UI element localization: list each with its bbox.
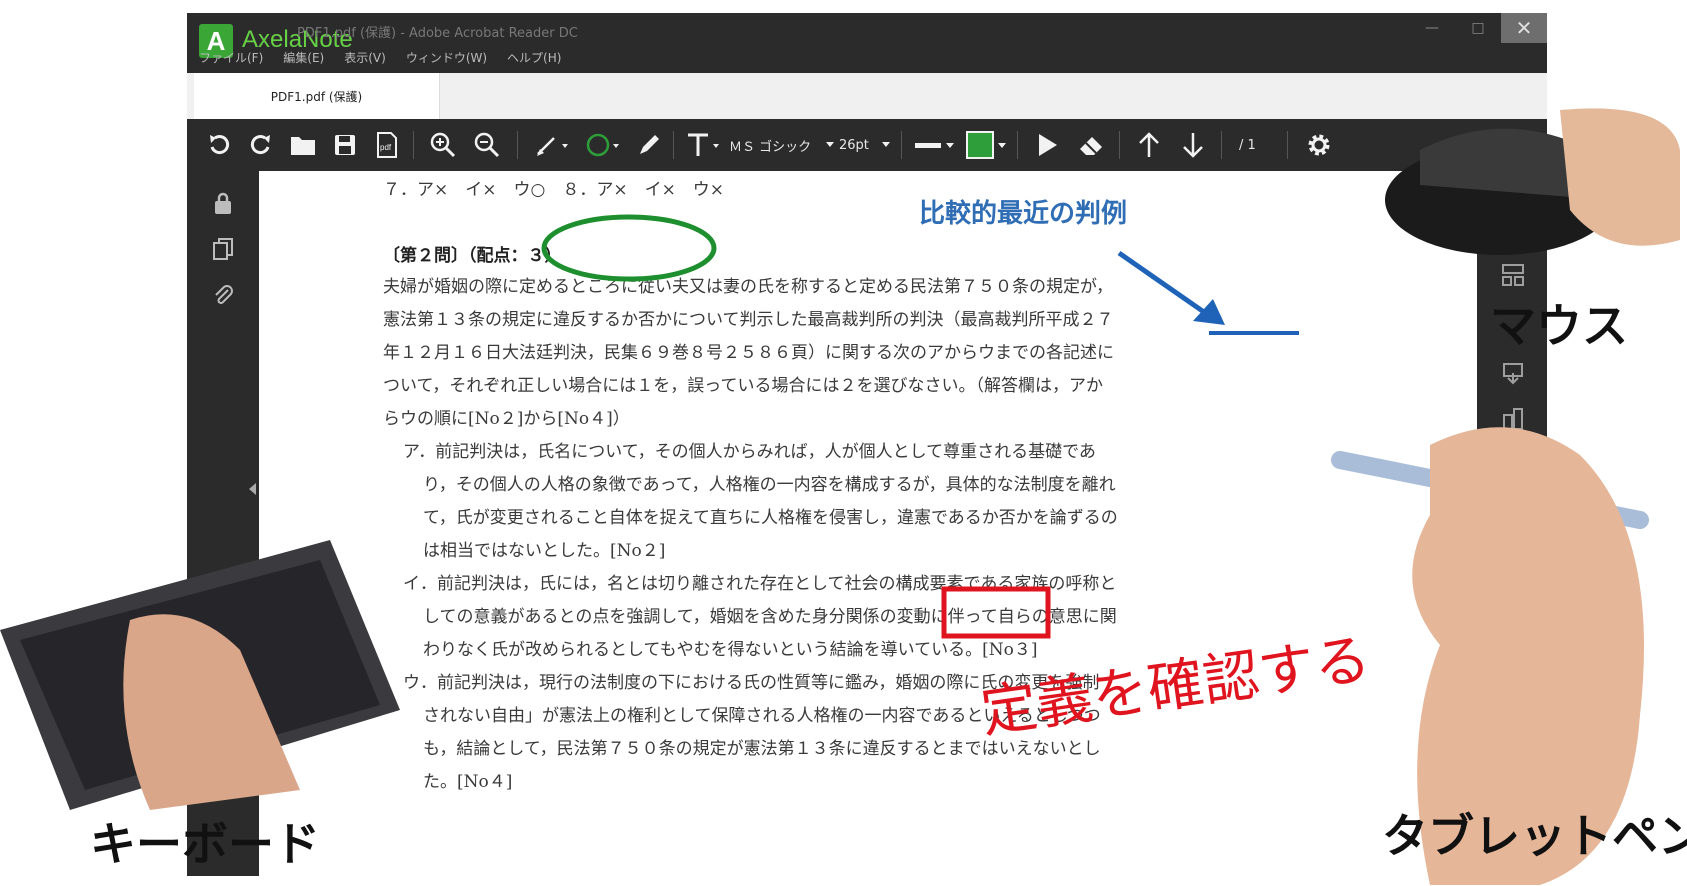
tab-pdf1[interactable]: PDF1.pdf (保護) <box>194 73 440 119</box>
menu-bar: ファイル(F) 編集(E) 表示(V) ウィンドウ(W) ヘルプ(H) <box>199 49 561 66</box>
menu-edit[interactable]: 編集(E) <box>283 49 324 66</box>
keyboard-photo <box>0 540 400 810</box>
toolbar-separator <box>1221 131 1222 159</box>
menu-window[interactable]: ウィンドウ(W) <box>406 49 487 66</box>
toolbar: pdf ＭＳ ゴシック 26pt / 1 <box>187 119 1547 171</box>
export-icon[interactable] <box>1501 361 1525 385</box>
keyboard-label: キーボード <box>90 817 320 871</box>
lock-icon[interactable] <box>211 191 235 215</box>
toolbar-separator <box>1119 131 1120 159</box>
red-box-annotation <box>941 586 1051 639</box>
font-name-select[interactable]: ＭＳ ゴシック <box>729 119 811 171</box>
close-icon[interactable]: ✕ <box>1501 13 1547 43</box>
minimize-icon[interactable]: — <box>1409 13 1455 43</box>
window-controls: — □ ✕ <box>1409 13 1547 43</box>
tab-strip: PDF1.pdf (保護) <box>187 73 1547 119</box>
color-swatch[interactable] <box>963 119 1011 171</box>
pen-icon[interactable] <box>631 119 667 171</box>
green-ellipse-annotation <box>541 214 717 282</box>
line-width-icon[interactable] <box>911 119 959 171</box>
pdf-icon[interactable]: pdf <box>369 119 405 171</box>
window-title: PDF1.pdf (保護) - Adobe Acrobat Reader DC <box>297 26 578 41</box>
menu-view[interactable]: 表示(V) <box>344 49 386 66</box>
title-bar: A AxelaNote PDF1.pdf (保護) - Adobe Acroba… <box>187 13 1547 73</box>
line-tool-icon[interactable] <box>532 119 576 171</box>
zoom-in-icon[interactable] <box>423 119 463 171</box>
pointer-icon[interactable] <box>1027 119 1067 171</box>
toolbar-separator <box>413 131 414 159</box>
menu-file[interactable]: ファイル(F) <box>199 49 263 66</box>
arrow-down-icon[interactable] <box>1173 119 1213 171</box>
mouse-photo <box>1385 108 1680 255</box>
page-indicator: / 1 <box>1239 137 1256 153</box>
toolbar-separator <box>517 131 518 159</box>
toolbar-separator <box>1287 131 1288 159</box>
mouse-label: マウス <box>1490 299 1628 353</box>
toolbar-separator <box>901 131 902 159</box>
copy-pages-icon[interactable] <box>211 237 235 261</box>
chevron-down-icon[interactable] <box>823 119 837 171</box>
gear-icon[interactable] <box>1299 119 1339 171</box>
eraser-icon[interactable] <box>1071 119 1111 171</box>
redo-icon[interactable] <box>243 119 279 171</box>
tablet-pen-label: タブレットペン <box>1382 809 1687 863</box>
svg-text:pdf: pdf <box>380 143 392 152</box>
attachment-icon[interactable] <box>211 283 235 307</box>
collapse-left-icon[interactable] <box>249 483 256 495</box>
toolbar-separator <box>1017 131 1018 159</box>
chevron-down-icon[interactable] <box>879 119 893 171</box>
zoom-out-icon[interactable] <box>467 119 507 171</box>
save-icon[interactable] <box>327 119 363 171</box>
text-tool-icon[interactable] <box>683 119 727 171</box>
font-size-select[interactable]: 26pt <box>839 119 869 171</box>
blue-arrowhead <box>1193 299 1225 325</box>
folder-icon[interactable] <box>285 119 321 171</box>
toolbar-separator <box>673 131 674 159</box>
circle-tool-icon[interactable] <box>583 119 627 171</box>
maximize-icon[interactable]: □ <box>1455 13 1501 43</box>
menu-help[interactable]: ヘルプ(H) <box>507 49 561 66</box>
blue-arrow-annotation <box>1117 250 1216 322</box>
arrow-up-icon[interactable] <box>1129 119 1169 171</box>
undo-icon[interactable] <box>201 119 237 171</box>
